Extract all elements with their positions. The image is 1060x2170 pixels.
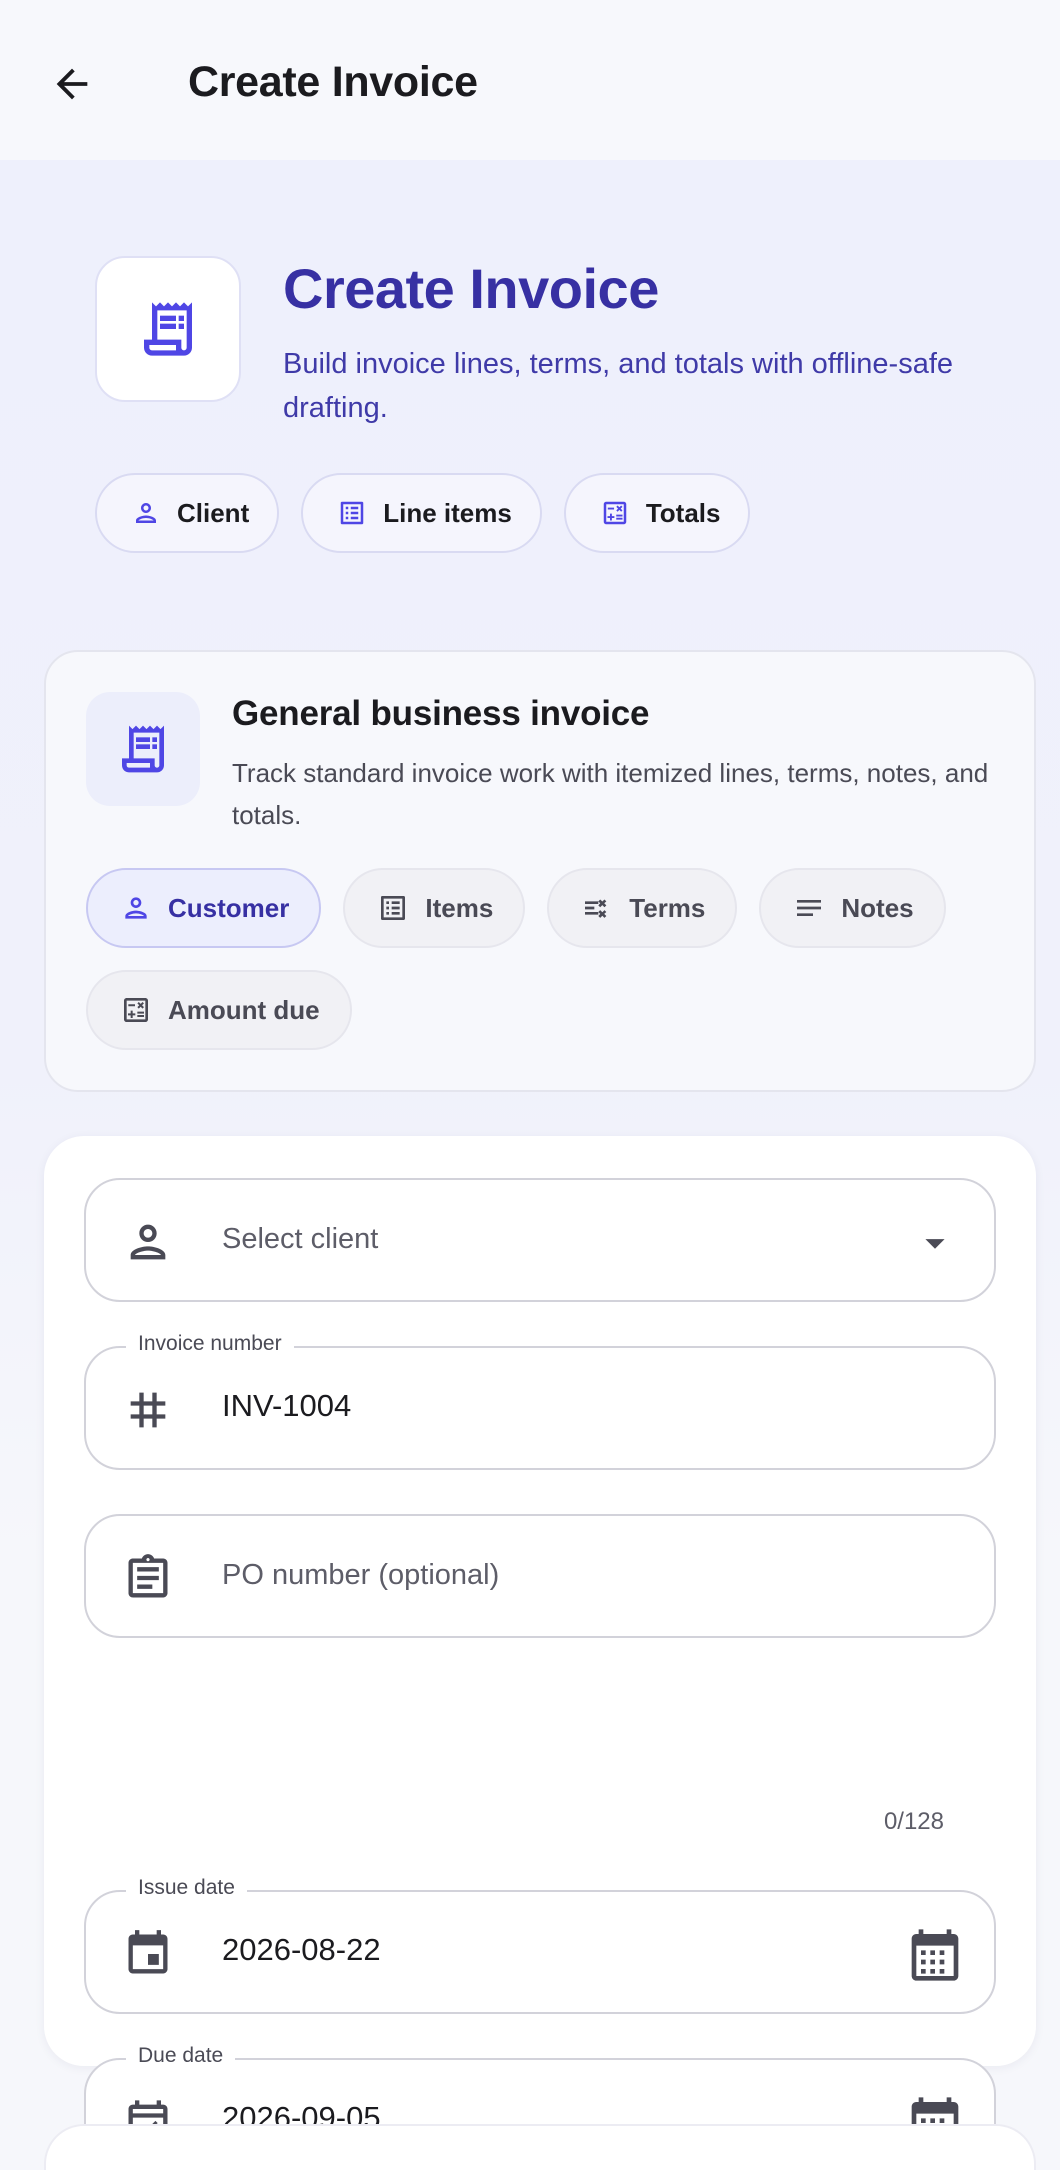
tab-customer[interactable]: Customer (86, 868, 322, 948)
client-select-placeholder: Select client (222, 1223, 379, 1255)
list-icon (377, 892, 409, 924)
chip-line-items[interactable]: Line items (301, 473, 542, 553)
tab-label: Notes (841, 892, 914, 923)
template-subtitle: Track standard invoice work with itemize… (232, 758, 989, 830)
page-content: Create Invoice Build invoice lines, term… (0, 160, 1060, 2170)
app-bar: Create Invoice (0, 0, 1060, 160)
next-section-card (44, 2124, 1036, 2170)
person-icon (131, 498, 161, 528)
person-outline-icon (122, 1216, 174, 1268)
assignment-icon (122, 1552, 174, 1604)
chip-label: Totals (645, 497, 721, 528)
hero-subtitle: Build invoice lines, terms, and totals w… (283, 348, 954, 424)
rule-icon (581, 892, 613, 924)
section-tabs: Customer Items Terms Notes Amount due (86, 868, 986, 1050)
chip-totals[interactable]: Totals (563, 473, 751, 553)
receipt-icon (122, 725, 164, 773)
tab-items[interactable]: Items (343, 868, 526, 948)
receipt-icon (144, 302, 192, 356)
tab-notes[interactable]: Notes (759, 868, 946, 948)
calendar-picker-icon[interactable] (906, 1926, 964, 1984)
issue-date-value: 2026-08-22 (222, 1932, 381, 1967)
issue-date-label: Issue date (126, 1876, 247, 1900)
back-button[interactable] (40, 52, 104, 116)
tab-amount-due[interactable]: Amount due (86, 970, 352, 1050)
hero-chip-row: Client Line items Totals (95, 473, 751, 553)
notes-icon (793, 892, 825, 924)
app-bar-title: Create Invoice (188, 58, 478, 106)
due-date-label: Due date (126, 2044, 236, 2068)
person-icon (120, 892, 152, 924)
chip-label: Client (177, 497, 250, 528)
client-select[interactable]: Select client (84, 1178, 996, 1302)
tag-hash-icon (122, 1384, 174, 1436)
customer-form-card: Select client Invoice number INV-1004 PO… (44, 1136, 1036, 2170)
list-icon (337, 498, 367, 528)
calculator-icon (600, 498, 630, 528)
chip-label: Line items (383, 497, 512, 528)
dropdown-arrow-icon (906, 1214, 964, 1272)
tab-terms[interactable]: Terms (547, 868, 738, 948)
template-icon-tile (86, 692, 200, 806)
invoice-number-field[interactable]: Invoice number INV-1004 (84, 1332, 996, 1470)
po-number-counter: 0/128 (883, 1808, 944, 1835)
tab-label: Terms (629, 892, 706, 923)
hero-title: Create Invoice (283, 257, 659, 320)
tab-label: Customer (168, 892, 290, 923)
invoice-template-card: General business invoice Track standard … (44, 650, 1036, 1092)
po-number-placeholder: PO number (optional) (222, 1559, 500, 1591)
invoice-number-value: INV-1004 (222, 1388, 352, 1423)
tab-label: Amount due (168, 994, 320, 1025)
template-title: General business invoice (232, 694, 650, 733)
issue-date-field[interactable]: Issue date 2026-08-22 (84, 1876, 996, 2014)
chip-client[interactable]: Client (95, 473, 280, 553)
po-number-field[interactable]: PO number (optional) (84, 1514, 996, 1638)
tab-label: Items (425, 892, 494, 923)
calculator-icon (120, 994, 152, 1026)
invoice-number-label: Invoice number (126, 1332, 294, 1356)
arrow-back-icon (56, 68, 88, 100)
event-icon (122, 1928, 174, 1980)
hero-receipt-tile (95, 256, 241, 402)
